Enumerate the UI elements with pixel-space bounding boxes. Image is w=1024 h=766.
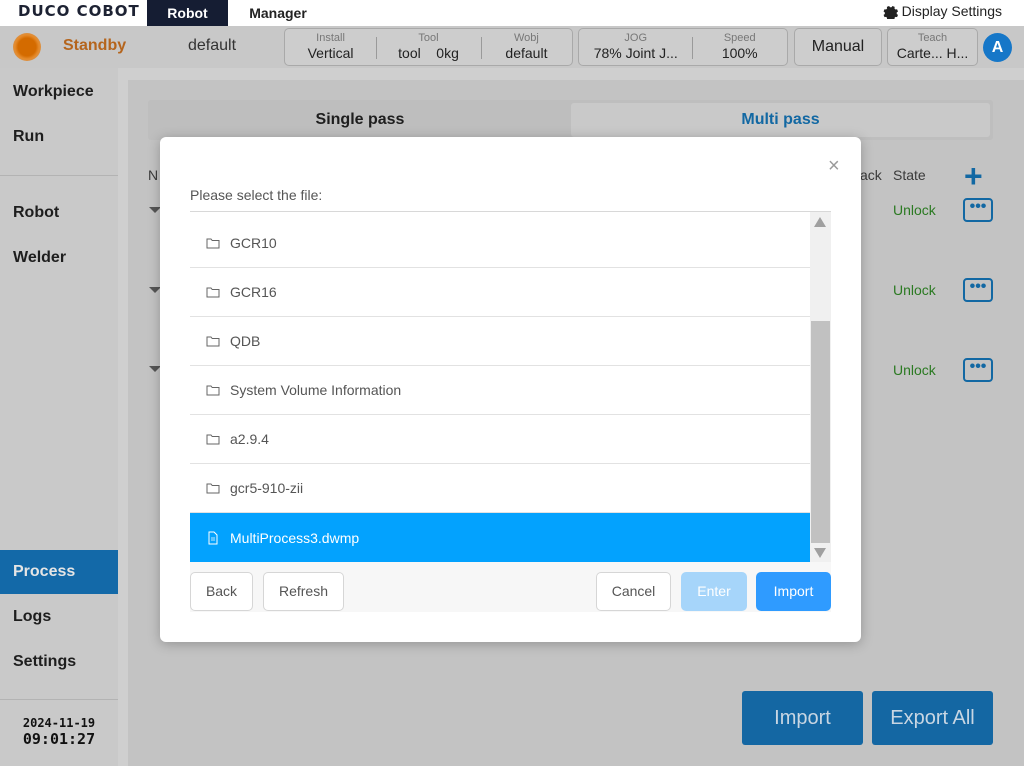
list-item[interactable]: GCR16	[190, 268, 810, 317]
file-name: GCR16	[230, 284, 277, 300]
sidebar-item-workpiece[interactable]: Workpiece	[0, 70, 118, 114]
row-state: Unlock	[893, 282, 936, 298]
cancel-button[interactable]: Cancel	[596, 572, 671, 611]
scroll-up-icon[interactable]	[814, 217, 826, 227]
list-item[interactable]: GCR10	[190, 219, 810, 268]
robot-state: Standby	[63, 37, 127, 54]
speed-value: 100%	[721, 45, 758, 61]
teach-cell[interactable]: Teach Carte... H...	[888, 29, 977, 65]
wobj-value: default	[505, 45, 548, 61]
tool-name: tool	[398, 45, 421, 61]
sidebar-item-logs[interactable]: Logs	[0, 595, 118, 639]
scrollbar-thumb[interactable]	[811, 321, 830, 543]
clock-time: 09:01:27	[22, 730, 96, 748]
file-name: gcr5-910-zii	[230, 480, 304, 496]
file-icon	[208, 531, 218, 544]
column-header-name: N	[148, 167, 159, 183]
display-settings-button[interactable]: Display Settings	[883, 3, 1002, 19]
jog-label: JOG	[624, 32, 648, 44]
back-button[interactable]: Back	[190, 572, 253, 611]
add-process-button[interactable]: +	[964, 160, 983, 192]
file-name: QDB	[230, 333, 261, 349]
manual-mode-button[interactable]: Manual	[794, 28, 882, 66]
row-state: Unlock	[893, 362, 936, 378]
tool-cell[interactable]: Tool tool 0kg	[376, 29, 481, 65]
import-button[interactable]: Import	[742, 691, 863, 745]
sidebar-item-process[interactable]: Process	[0, 550, 118, 594]
install-value: Vertical	[307, 45, 354, 61]
sidebar-item-settings[interactable]: Settings	[0, 640, 118, 684]
export-all-button[interactable]: Export All	[872, 691, 993, 745]
teach-label: Teach	[917, 32, 948, 44]
row-more-button[interactable]: •••	[963, 198, 993, 222]
sidebar-divider	[0, 699, 118, 700]
folder-icon	[206, 434, 220, 445]
display-settings-label: Display Settings	[901, 3, 1002, 19]
user-avatar[interactable]: A	[983, 33, 1012, 62]
file-name: a2.9.4	[230, 431, 269, 447]
clock: 2024-11-19 09:01:27	[0, 716, 118, 748]
folder-icon	[206, 385, 220, 396]
tab-robot[interactable]: Robot	[147, 0, 228, 26]
folder-icon	[206, 483, 220, 494]
sidebar-item-run[interactable]: Run	[0, 115, 118, 159]
sidebar-item-welder[interactable]: Welder	[0, 236, 118, 280]
top-bar: DUCO COBOT Robot Manager Display Setting…	[0, 0, 1024, 26]
speed-label: Speed	[723, 32, 756, 44]
list-item[interactable]: a2.9.4	[190, 415, 810, 464]
clock-date: 2024-11-19	[22, 716, 96, 730]
jog-value: 78% Joint J...	[593, 45, 678, 61]
jog-speed-panel[interactable]: JOG 78% Joint J... Speed 100%	[578, 28, 788, 66]
close-icon[interactable]: ×	[828, 155, 840, 178]
list-item[interactable]: System Volume Information	[190, 366, 810, 415]
column-header-state: State	[893, 167, 926, 183]
file-name: MultiProcess3.dwmp	[230, 529, 360, 546]
tab-multi-pass[interactable]: Multi pass	[571, 103, 990, 137]
gear-icon	[883, 5, 898, 19]
dialog-title: Please select the file:	[190, 187, 323, 203]
row-state: Unlock	[893, 202, 936, 218]
wobj-label: Wobj	[514, 32, 539, 44]
row-more-button[interactable]: •••	[963, 278, 993, 302]
file-name: GCR10	[230, 235, 277, 251]
status-bar: Standby default Install Vertical Tool to…	[0, 26, 1024, 68]
folder-icon	[206, 238, 220, 249]
dialog-divider	[190, 211, 831, 212]
duco-cobot-logo: DUCO COBOT	[18, 2, 140, 20]
sidebar-item-robot[interactable]: Robot	[0, 191, 118, 235]
list-item[interactable]: gcr5-910-zii	[190, 464, 810, 513]
file-list: GCR10 GCR16 QDB System Volume Informatio…	[190, 219, 810, 562]
tool-label: Tool	[418, 32, 439, 44]
tool-mass: 0kg	[436, 45, 459, 61]
install-tool-wobj-panel[interactable]: Install Vertical Tool tool 0kg Wobj defa…	[284, 28, 573, 66]
status-indicator-icon	[13, 33, 41, 61]
tab-manager[interactable]: Manager	[232, 0, 324, 26]
list-item[interactable]: QDB	[190, 317, 810, 366]
file-name: System Volume Information	[230, 382, 402, 398]
teach-panel[interactable]: Teach Carte... H...	[887, 28, 978, 66]
jog-cell[interactable]: JOG 78% Joint J...	[579, 29, 692, 65]
folder-icon	[206, 336, 220, 347]
sidebar-divider	[0, 175, 118, 176]
folder-icon	[206, 287, 220, 298]
install-label: Install	[316, 32, 345, 44]
project-name: default	[188, 37, 237, 54]
install-cell[interactable]: Install Vertical	[285, 29, 376, 65]
enter-button[interactable]: Enter	[681, 572, 747, 611]
tool-value: tool 0kg	[376, 45, 481, 62]
speed-cell[interactable]: Speed 100%	[692, 29, 787, 65]
scroll-down-icon[interactable]	[814, 548, 826, 558]
tab-single-pass[interactable]: Single pass	[151, 103, 569, 137]
row-more-button[interactable]: •••	[963, 358, 993, 382]
dialog-import-button[interactable]: Import	[756, 572, 831, 611]
pass-tabs: Single pass Multi pass	[148, 100, 993, 140]
column-header-track: ack	[860, 167, 882, 183]
list-item-selected[interactable]: MultiProcess3.dwmp	[190, 513, 810, 562]
sidebar: Workpiece Run Robot Welder Process Logs …	[0, 68, 118, 766]
refresh-button[interactable]: Refresh	[263, 572, 344, 611]
wobj-cell[interactable]: Wobj default	[480, 29, 572, 65]
teach-value: Carte... H...	[896, 45, 969, 61]
